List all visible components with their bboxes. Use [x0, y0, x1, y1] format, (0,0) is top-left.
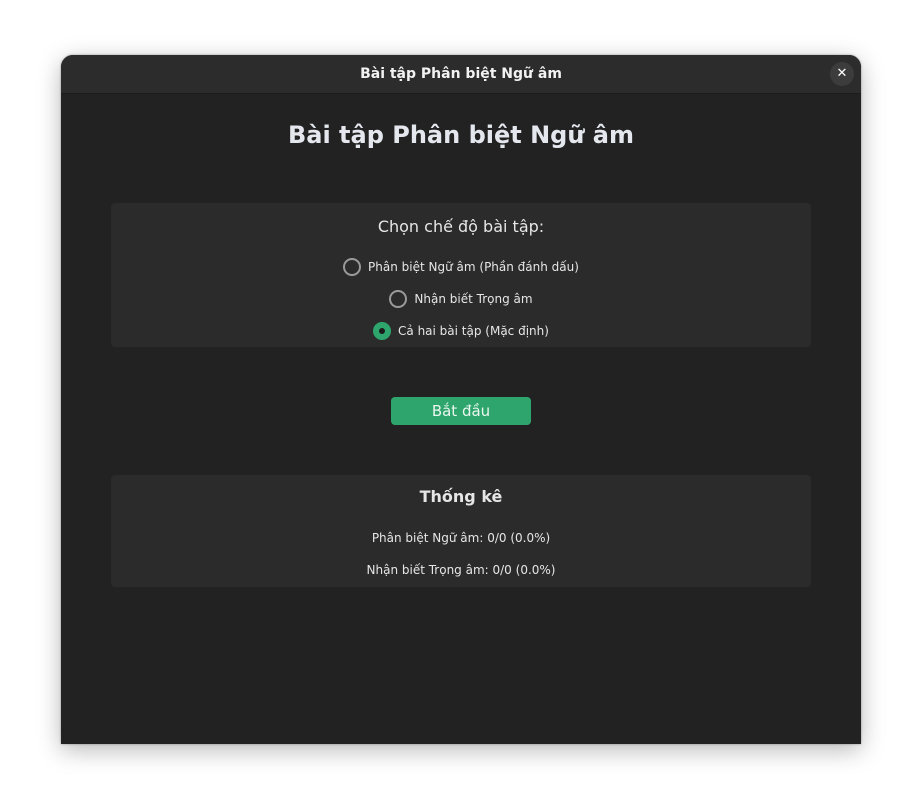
radio-label: Phân biệt Ngữ âm (Phần đánh dấu)	[368, 260, 579, 274]
stats-panel: Thống kê Phân biệt Ngữ âm: 0/0 (0.0%) Nh…	[111, 475, 811, 587]
start-button[interactable]: Bắt đầu	[391, 397, 531, 425]
page-title: Bài tập Phân biệt Ngữ âm	[287, 121, 634, 149]
mode-label: Chọn chế độ bài tập:	[377, 217, 545, 236]
radio-label: Cả hai bài tập (Mặc định)	[398, 324, 549, 338]
radio-option-phonetics[interactable]: Phân biệt Ngữ âm (Phần đánh dấu)	[343, 258, 579, 276]
radio-option-both[interactable]: Cả hai bài tập (Mặc định)	[373, 322, 549, 340]
app-window: Bài tập Phân biệt Ngữ âm ✕ Bài tập Phân …	[61, 55, 861, 744]
mode-panel: Chọn chế độ bài tập: Phân biệt Ngữ âm (P…	[111, 203, 811, 347]
radio-button-icon[interactable]	[389, 290, 408, 308]
window-title: Bài tập Phân biệt Ngữ âm	[360, 66, 562, 82]
stat-phonetics: Phân biệt Ngữ âm: 0/0 (0.0%)	[371, 531, 551, 545]
close-button[interactable]: ✕	[830, 62, 854, 86]
stat-stress: Nhận biết Trọng âm: 0/0 (0.0%)	[366, 563, 556, 577]
radio-button-icon[interactable]	[343, 258, 362, 276]
radio-button-selected-icon[interactable]	[373, 322, 392, 340]
stats-title: Thống kê	[419, 487, 503, 506]
radio-row-phonetics: Phân biệt Ngữ âm (Phần đánh dấu)	[111, 255, 811, 279]
radio-row-stress: Nhận biết Trọng âm	[111, 287, 811, 311]
radio-row-both: Cả hai bài tập (Mặc định)	[111, 319, 811, 343]
radio-label: Nhận biết Trọng âm	[414, 292, 533, 306]
radio-option-stress[interactable]: Nhận biết Trọng âm	[389, 290, 533, 308]
title-bar: Bài tập Phân biệt Ngữ âm ✕	[61, 55, 861, 94]
close-icon: ✕	[836, 66, 848, 81]
